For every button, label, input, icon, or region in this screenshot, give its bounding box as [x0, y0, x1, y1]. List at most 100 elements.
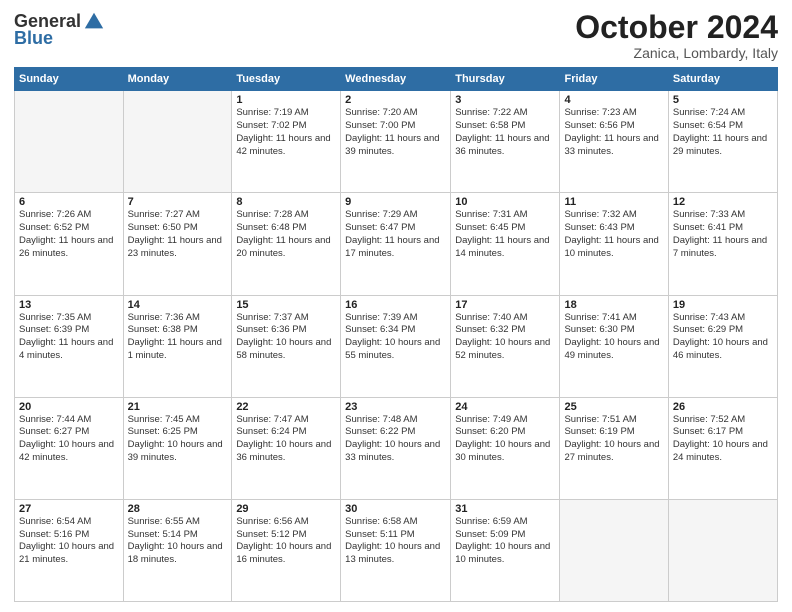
- calendar-cell: 23Sunrise: 7:48 AM Sunset: 6:22 PM Dayli…: [341, 397, 451, 499]
- cell-info: Sunrise: 7:44 AM Sunset: 6:27 PM Dayligh…: [19, 414, 119, 465]
- calendar-cell: [123, 91, 232, 193]
- calendar-week-3: 13Sunrise: 7:35 AM Sunset: 6:39 PM Dayli…: [15, 295, 778, 397]
- calendar-week-4: 20Sunrise: 7:44 AM Sunset: 6:27 PM Dayli…: [15, 397, 778, 499]
- day-number: 21: [128, 401, 228, 413]
- day-number: 8: [236, 196, 336, 208]
- day-number: 11: [564, 196, 663, 208]
- calendar-cell: 27Sunrise: 6:54 AM Sunset: 5:16 PM Dayli…: [15, 499, 124, 601]
- cell-info: Sunrise: 6:54 AM Sunset: 5:16 PM Dayligh…: [19, 516, 119, 567]
- calendar-table: Sunday Monday Tuesday Wednesday Thursday…: [14, 67, 778, 602]
- header-wednesday: Wednesday: [341, 68, 451, 91]
- logo: General Blue: [14, 10, 105, 49]
- calendar-cell: 8Sunrise: 7:28 AM Sunset: 6:48 PM Daylig…: [232, 193, 341, 295]
- calendar-cell: 22Sunrise: 7:47 AM Sunset: 6:24 PM Dayli…: [232, 397, 341, 499]
- cell-info: Sunrise: 6:56 AM Sunset: 5:12 PM Dayligh…: [236, 516, 336, 567]
- calendar-cell: 25Sunrise: 7:51 AM Sunset: 6:19 PM Dayli…: [560, 397, 668, 499]
- calendar-cell: 7Sunrise: 7:27 AM Sunset: 6:50 PM Daylig…: [123, 193, 232, 295]
- day-number: 1: [236, 94, 336, 106]
- cell-info: Sunrise: 7:48 AM Sunset: 6:22 PM Dayligh…: [345, 414, 446, 465]
- calendar-cell: 13Sunrise: 7:35 AM Sunset: 6:39 PM Dayli…: [15, 295, 124, 397]
- calendar-cell: 1Sunrise: 7:19 AM Sunset: 7:02 PM Daylig…: [232, 91, 341, 193]
- calendar-cell: 15Sunrise: 7:37 AM Sunset: 6:36 PM Dayli…: [232, 295, 341, 397]
- day-number: 6: [19, 196, 119, 208]
- cell-info: Sunrise: 7:41 AM Sunset: 6:30 PM Dayligh…: [564, 312, 663, 363]
- header-sunday: Sunday: [15, 68, 124, 91]
- cell-info: Sunrise: 7:40 AM Sunset: 6:32 PM Dayligh…: [455, 312, 555, 363]
- calendar-cell: 28Sunrise: 6:55 AM Sunset: 5:14 PM Dayli…: [123, 499, 232, 601]
- calendar-cell: 3Sunrise: 7:22 AM Sunset: 6:58 PM Daylig…: [451, 91, 560, 193]
- day-number: 27: [19, 503, 119, 515]
- calendar-cell: 11Sunrise: 7:32 AM Sunset: 6:43 PM Dayli…: [560, 193, 668, 295]
- calendar-cell: [668, 499, 777, 601]
- day-number: 10: [455, 196, 555, 208]
- day-number: 5: [673, 94, 773, 106]
- day-number: 19: [673, 299, 773, 311]
- cell-info: Sunrise: 7:47 AM Sunset: 6:24 PM Dayligh…: [236, 414, 336, 465]
- calendar-cell: 26Sunrise: 7:52 AM Sunset: 6:17 PM Dayli…: [668, 397, 777, 499]
- day-number: 22: [236, 401, 336, 413]
- day-number: 9: [345, 196, 446, 208]
- calendar-cell: 20Sunrise: 7:44 AM Sunset: 6:27 PM Dayli…: [15, 397, 124, 499]
- day-number: 2: [345, 94, 446, 106]
- day-number: 12: [673, 196, 773, 208]
- calendar-cell: 29Sunrise: 6:56 AM Sunset: 5:12 PM Dayli…: [232, 499, 341, 601]
- day-number: 30: [345, 503, 446, 515]
- calendar-cell: 19Sunrise: 7:43 AM Sunset: 6:29 PM Dayli…: [668, 295, 777, 397]
- logo-blue: Blue: [14, 28, 53, 49]
- cell-info: Sunrise: 7:32 AM Sunset: 6:43 PM Dayligh…: [564, 209, 663, 260]
- cell-info: Sunrise: 7:26 AM Sunset: 6:52 PM Dayligh…: [19, 209, 119, 260]
- calendar-week-1: 1Sunrise: 7:19 AM Sunset: 7:02 PM Daylig…: [15, 91, 778, 193]
- day-number: 17: [455, 299, 555, 311]
- logo-icon: [83, 10, 105, 32]
- day-number: 29: [236, 503, 336, 515]
- day-number: 23: [345, 401, 446, 413]
- title-section: October 2024 Zanica, Lombardy, Italy: [575, 10, 778, 61]
- calendar-cell: 18Sunrise: 7:41 AM Sunset: 6:30 PM Dayli…: [560, 295, 668, 397]
- cell-info: Sunrise: 6:55 AM Sunset: 5:14 PM Dayligh…: [128, 516, 228, 567]
- calendar-cell: 30Sunrise: 6:58 AM Sunset: 5:11 PM Dayli…: [341, 499, 451, 601]
- calendar-cell: 31Sunrise: 6:59 AM Sunset: 5:09 PM Dayli…: [451, 499, 560, 601]
- page-header: General Blue October 2024 Zanica, Lombar…: [14, 10, 778, 61]
- day-number: 3: [455, 94, 555, 106]
- cell-info: Sunrise: 7:39 AM Sunset: 6:34 PM Dayligh…: [345, 312, 446, 363]
- day-number: 14: [128, 299, 228, 311]
- cell-info: Sunrise: 7:37 AM Sunset: 6:36 PM Dayligh…: [236, 312, 336, 363]
- calendar-cell: 12Sunrise: 7:33 AM Sunset: 6:41 PM Dayli…: [668, 193, 777, 295]
- calendar-cell: 16Sunrise: 7:39 AM Sunset: 6:34 PM Dayli…: [341, 295, 451, 397]
- calendar-cell: 14Sunrise: 7:36 AM Sunset: 6:38 PM Dayli…: [123, 295, 232, 397]
- calendar-week-2: 6Sunrise: 7:26 AM Sunset: 6:52 PM Daylig…: [15, 193, 778, 295]
- cell-info: Sunrise: 7:22 AM Sunset: 6:58 PM Dayligh…: [455, 107, 555, 158]
- calendar-cell: 6Sunrise: 7:26 AM Sunset: 6:52 PM Daylig…: [15, 193, 124, 295]
- cell-info: Sunrise: 6:58 AM Sunset: 5:11 PM Dayligh…: [345, 516, 446, 567]
- cell-info: Sunrise: 7:49 AM Sunset: 6:20 PM Dayligh…: [455, 414, 555, 465]
- cell-info: Sunrise: 7:29 AM Sunset: 6:47 PM Dayligh…: [345, 209, 446, 260]
- cell-info: Sunrise: 7:43 AM Sunset: 6:29 PM Dayligh…: [673, 312, 773, 363]
- header-thursday: Thursday: [451, 68, 560, 91]
- day-number: 25: [564, 401, 663, 413]
- header-friday: Friday: [560, 68, 668, 91]
- cell-info: Sunrise: 7:19 AM Sunset: 7:02 PM Dayligh…: [236, 107, 336, 158]
- cell-info: Sunrise: 6:59 AM Sunset: 5:09 PM Dayligh…: [455, 516, 555, 567]
- cell-info: Sunrise: 7:27 AM Sunset: 6:50 PM Dayligh…: [128, 209, 228, 260]
- day-number: 26: [673, 401, 773, 413]
- cell-info: Sunrise: 7:23 AM Sunset: 6:56 PM Dayligh…: [564, 107, 663, 158]
- header-tuesday: Tuesday: [232, 68, 341, 91]
- calendar-cell: [15, 91, 124, 193]
- cell-info: Sunrise: 7:24 AM Sunset: 6:54 PM Dayligh…: [673, 107, 773, 158]
- header-monday: Monday: [123, 68, 232, 91]
- calendar-cell: 24Sunrise: 7:49 AM Sunset: 6:20 PM Dayli…: [451, 397, 560, 499]
- day-number: 7: [128, 196, 228, 208]
- cell-info: Sunrise: 7:35 AM Sunset: 6:39 PM Dayligh…: [19, 312, 119, 363]
- day-number: 15: [236, 299, 336, 311]
- cell-info: Sunrise: 7:51 AM Sunset: 6:19 PM Dayligh…: [564, 414, 663, 465]
- location-subtitle: Zanica, Lombardy, Italy: [575, 45, 778, 61]
- calendar-cell: 9Sunrise: 7:29 AM Sunset: 6:47 PM Daylig…: [341, 193, 451, 295]
- day-number: 13: [19, 299, 119, 311]
- cell-info: Sunrise: 7:20 AM Sunset: 7:00 PM Dayligh…: [345, 107, 446, 158]
- calendar-cell: 4Sunrise: 7:23 AM Sunset: 6:56 PM Daylig…: [560, 91, 668, 193]
- day-number: 24: [455, 401, 555, 413]
- calendar-week-5: 27Sunrise: 6:54 AM Sunset: 5:16 PM Dayli…: [15, 499, 778, 601]
- day-number: 18: [564, 299, 663, 311]
- cell-info: Sunrise: 7:31 AM Sunset: 6:45 PM Dayligh…: [455, 209, 555, 260]
- calendar-cell: [560, 499, 668, 601]
